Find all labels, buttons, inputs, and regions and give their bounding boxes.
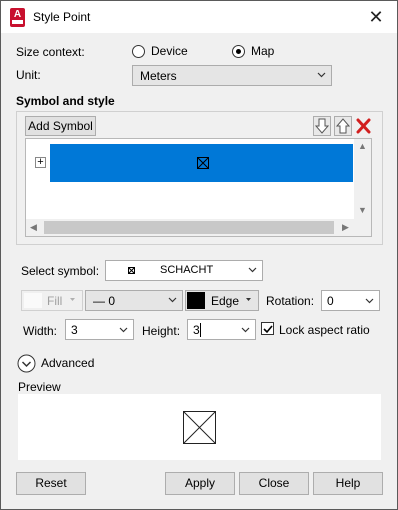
style-point-dialog: A Style Point ✕ Size context: Device Map… xyxy=(0,0,398,510)
symbol-list[interactable]: + ▲ ▼ ◀ ▶ xyxy=(25,138,372,237)
checkmark-icon xyxy=(263,325,273,334)
radio-map[interactable] xyxy=(232,45,245,58)
scroll-up-arrow-icon[interactable]: ▲ xyxy=(358,141,367,151)
edge-dropdown[interactable]: Edge xyxy=(185,290,259,311)
expand-plus-icon[interactable]: + xyxy=(35,157,46,168)
chevron-down-icon[interactable] xyxy=(119,325,128,334)
chevron-down-icon xyxy=(246,298,251,301)
horizontal-scroll-thumb[interactable] xyxy=(44,221,334,234)
scroll-left-arrow-icon[interactable]: ◀ xyxy=(30,222,37,233)
chevron-down-icon xyxy=(248,267,257,273)
radio-device-label[interactable]: Device xyxy=(151,44,188,58)
selected-symbol-row[interactable] xyxy=(50,144,353,182)
fill-label: Fill xyxy=(47,294,63,308)
select-symbol-label: Select symbol: xyxy=(21,264,100,278)
preview-panel xyxy=(18,394,381,460)
unit-dropdown[interactable]: Meters xyxy=(132,65,332,86)
chevron-down-icon[interactable] xyxy=(365,296,374,305)
schacht-mini-icon xyxy=(128,267,135,274)
reset-button[interactable]: Reset xyxy=(16,472,86,495)
chevron-down-icon xyxy=(168,297,177,303)
schacht-symbol-icon xyxy=(197,157,209,169)
close-window-icon[interactable]: ✕ xyxy=(365,6,387,28)
chevron-down-icon xyxy=(70,298,75,301)
chevron-down-icon[interactable] xyxy=(241,325,250,334)
chevron-down-icon xyxy=(317,72,326,78)
height-input[interactable]: 3 xyxy=(187,319,256,340)
fill-color-swatch xyxy=(24,293,42,308)
close-button[interactable]: Close xyxy=(239,472,309,495)
help-button[interactable]: Help xyxy=(313,472,383,495)
add-symbol-button[interactable]: Add Symbol xyxy=(25,116,96,136)
radio-map-label[interactable]: Map xyxy=(251,44,274,58)
advanced-expand-icon[interactable] xyxy=(17,354,36,373)
scroll-right-arrow-icon[interactable]: ▶ xyxy=(342,222,349,233)
apply-button[interactable]: Apply xyxy=(165,472,235,495)
line-style-value: — 0 xyxy=(93,294,116,308)
unit-label: Unit: xyxy=(16,68,41,82)
width-label: Width: xyxy=(23,324,58,338)
unit-value: Meters xyxy=(140,69,177,83)
width-value: 3 xyxy=(71,323,78,337)
edge-color-swatch xyxy=(187,292,205,309)
rotation-value: 0 xyxy=(327,294,334,308)
select-symbol-value: SCHACHT xyxy=(160,264,214,276)
size-context-label: Size context: xyxy=(16,45,85,59)
window-title: Style Point xyxy=(33,10,91,24)
fill-dropdown[interactable]: Fill xyxy=(21,290,83,311)
height-value: 3 xyxy=(193,323,200,337)
autocad-map-app-icon: A xyxy=(10,8,25,27)
rotation-label: Rotation: xyxy=(266,294,315,308)
line-style-dropdown[interactable]: — 0 xyxy=(85,290,183,311)
preview-label: Preview xyxy=(18,380,61,394)
horizontal-scrollbar[interactable]: ◀ ▶ xyxy=(26,219,354,236)
select-symbol-dropdown[interactable]: SCHACHT xyxy=(105,260,263,281)
symbol-and-style-heading: Symbol and style xyxy=(16,94,115,108)
lock-aspect-label[interactable]: Lock aspect ratio xyxy=(279,323,370,337)
move-down-icon[interactable] xyxy=(313,116,331,136)
text-caret xyxy=(200,323,201,337)
advanced-label[interactable]: Advanced xyxy=(41,356,94,370)
rotation-input[interactable]: 0 xyxy=(321,290,380,311)
scroll-down-arrow-icon[interactable]: ▼ xyxy=(358,205,367,215)
title-bar: A Style Point ✕ xyxy=(1,1,397,33)
width-input[interactable]: 3 xyxy=(65,319,134,340)
preview-symbol-icon xyxy=(183,411,216,444)
vertical-scrollbar[interactable]: ▲ ▼ xyxy=(354,139,371,219)
edge-label: Edge xyxy=(211,294,240,308)
height-label: Height: xyxy=(142,324,181,338)
lock-aspect-checkbox[interactable] xyxy=(261,322,274,335)
radio-device[interactable] xyxy=(132,45,145,58)
delete-icon[interactable] xyxy=(355,116,372,136)
move-up-icon[interactable] xyxy=(334,116,352,136)
